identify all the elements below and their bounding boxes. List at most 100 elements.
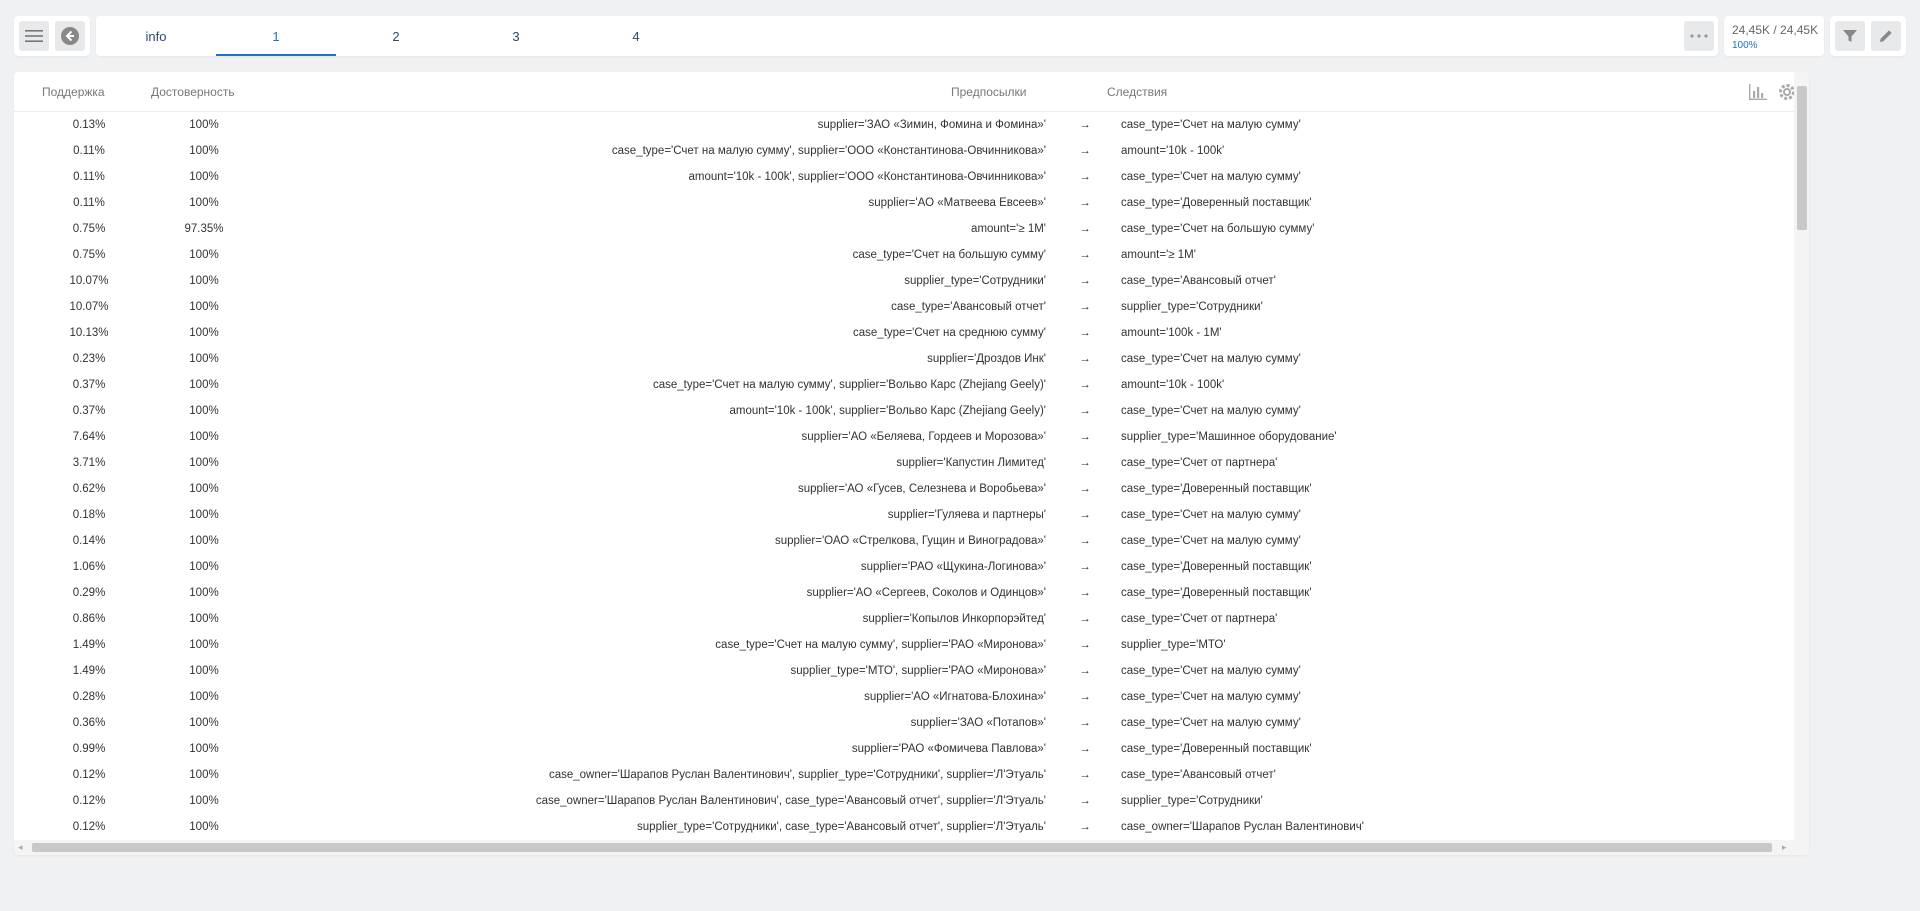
consequent-cell: case_type='Счет на малую сумму' <box>1121 717 1301 729</box>
table-row[interactable]: 0.99% 100% supplier='РАО «Фомичева Павлова… <box>14 736 1789 762</box>
tab-4[interactable]: 4 <box>576 16 696 56</box>
table-row[interactable]: 10.07% 100% supplier_type='Сотрудники' → cas… <box>14 268 1789 294</box>
row-count-percent: 100% <box>1732 40 1758 51</box>
consequent-cell: case_type='Счет на малую сумму' <box>1121 665 1301 677</box>
filter-icon[interactable] <box>1835 21 1865 51</box>
rules-table: Поддержка Достоверность Предпосылки След… <box>14 72 1809 855</box>
consequent-cell: amount='≥ 1M' <box>1121 249 1196 261</box>
consequent-cell: case_type='Счет на малую сумму' <box>1121 405 1301 417</box>
confidence-cell: 100% <box>189 587 219 599</box>
antecedent-cell: supplier='РАО «Фомичева Павлова»' <box>851 743 1046 755</box>
antecedent-cell: supplier='ОАО «Стрелкова, Гущин и Виногр… <box>774 535 1046 547</box>
consequent-cell: supplier_type='Сотрудники' <box>1121 795 1263 807</box>
confidence-cell: 100% <box>189 717 219 729</box>
column-header-consequent[interactable]: Следствия <box>1107 72 1167 112</box>
table-row[interactable]: 0.18% 100% supplier='Гуляева и партнеры' → c… <box>14 502 1789 528</box>
table-row[interactable]: 0.13% 100% supplier='ЗАО «Зимин, Фомина и … <box>14 112 1789 138</box>
table-row[interactable]: 0.12% 100% supplier_type='Сотрудники', cas… <box>14 814 1789 840</box>
table-row[interactable]: 0.11% 100% amount='10k - 100k', supplier='… <box>14 164 1789 190</box>
implies-arrow: → <box>1079 457 1091 469</box>
tab-3[interactable]: 3 <box>456 16 576 56</box>
confidence-cell: 100% <box>189 821 219 833</box>
row-counter: 24,45K / 24,45K 100% <box>1724 16 1824 56</box>
table-row[interactable]: 0.12% 100% case_owner='Шарапов Руслан Вале… <box>14 762 1789 788</box>
hamburger-menu-icon[interactable] <box>19 21 49 51</box>
implies-arrow: → <box>1079 405 1091 417</box>
column-header-confidence[interactable]: Достоверность <box>151 72 235 112</box>
table-row[interactable]: 0.23% 100% supplier='Дроздов Инк' → case_typ… <box>14 346 1789 372</box>
antecedent-cell: supplier='РАО «Щукина-Логинова»' <box>860 561 1046 573</box>
horizontal-scrollbar-thumb[interactable] <box>32 843 1772 852</box>
table-row[interactable]: 0.36% 100% supplier='ЗАО «Потапов»' → case_t… <box>14 710 1789 736</box>
implies-arrow: → <box>1079 119 1091 131</box>
implies-arrow: → <box>1079 535 1091 547</box>
table-row[interactable]: 3.71% 100% supplier='Капустин Лимитед' → cas… <box>14 450 1789 476</box>
tab-info[interactable]: info <box>96 16 216 56</box>
antecedent-cell: supplier='АО «Гусев, Селезнева и Воробье… <box>797 483 1046 495</box>
horizontal-scrollbar[interactable]: ◂ ▸ <box>14 840 1809 855</box>
implies-arrow: → <box>1079 691 1091 703</box>
confidence-cell: 97.35% <box>184 223 224 235</box>
confidence-cell: 100% <box>189 769 219 781</box>
vertical-scrollbar[interactable] <box>1794 72 1809 840</box>
table-row[interactable]: 0.86% 100% supplier='Копылов Инкорпорэйтед… <box>14 606 1789 632</box>
table-row[interactable]: 0.12% 100% case_owner='Шарапов Руслан Вале… <box>14 788 1789 814</box>
confidence-cell: 100% <box>189 327 219 339</box>
consequent-cell: supplier_type='Машинное оборудование' <box>1121 431 1337 443</box>
row-count: 24,45K / 24,45K <box>1732 23 1819 37</box>
scroll-right-arrow[interactable]: ▸ <box>1782 842 1787 853</box>
implies-arrow: → <box>1079 249 1091 261</box>
table-row[interactable]: 0.11% 100% supplier='АО «Матвеева Евсеев»'… <box>14 190 1789 216</box>
table-row[interactable]: 0.75% 100% case_type='Счет на большую сумм… <box>14 242 1789 268</box>
vertical-scrollbar-thumb[interactable] <box>1797 86 1807 230</box>
table-row[interactable]: 0.29% 100% supplier='АО «Сергеев, Соколов … <box>14 580 1789 606</box>
table-row[interactable]: 0.14% 100% supplier='ОАО «Стрелкова, Гущин… <box>14 528 1789 554</box>
table-row[interactable]: 0.28% 100% supplier='АО «Игнатова-Блохина»… <box>14 684 1789 710</box>
column-header-antecedent[interactable]: Предпосылки <box>951 72 1026 112</box>
column-header-support[interactable]: Поддержка <box>42 72 105 112</box>
confidence-cell: 100% <box>189 171 219 183</box>
implies-arrow: → <box>1079 301 1091 313</box>
table-row[interactable]: 0.11% 100% case_type='Счет на малую сумму'… <box>14 138 1789 164</box>
table-row[interactable]: 10.13% 100% case_type='Счет на среднюю сум… <box>14 320 1789 346</box>
more-dots-icon[interactable] <box>1684 21 1714 51</box>
confidence-cell: 100% <box>189 535 219 547</box>
antecedent-cell: supplier='АО «Сергеев, Соколов и Одинцов… <box>806 587 1046 599</box>
antecedent-cell: case_type='Авансовый отчет' <box>891 301 1046 313</box>
consequent-cell: amount='10k - 100k' <box>1121 379 1225 391</box>
consequent-cell: case_type='Доверенный поставщик' <box>1121 197 1312 209</box>
confidence-cell: 100% <box>189 405 219 417</box>
table-row[interactable]: 0.37% 100% case_type='Счет на малую сумму'… <box>14 372 1789 398</box>
back-arrow-icon[interactable] <box>55 21 85 51</box>
scroll-left-arrow[interactable]: ◂ <box>18 842 23 853</box>
implies-arrow: → <box>1079 613 1091 625</box>
confidence-cell: 100% <box>189 743 219 755</box>
implies-arrow: → <box>1079 717 1091 729</box>
table-row[interactable]: 1.49% 100% supplier_type='МТО', supplier='… <box>14 658 1789 684</box>
table-row[interactable]: 7.64% 100% supplier='АО «Беляева, Гордеев … <box>14 424 1789 450</box>
confidence-cell: 100% <box>189 379 219 391</box>
consequent-cell: case_type='Доверенный поставщик' <box>1121 561 1312 573</box>
confidence-cell: 100% <box>189 613 219 625</box>
confidence-cell: 100% <box>189 145 219 157</box>
pencil-icon[interactable] <box>1871 21 1901 51</box>
consequent-cell: case_type='Счет на малую сумму' <box>1121 171 1301 183</box>
table-row[interactable]: 0.62% 100% supplier='АО «Гусев, Селезнева … <box>14 476 1789 502</box>
left-toolbar <box>14 16 90 56</box>
antecedent-cell: amount='10k - 100k', supplier='ООО «Конс… <box>688 171 1047 183</box>
confidence-cell: 100% <box>189 639 219 651</box>
table-row[interactable]: 1.49% 100% case_type='Счет на малую сумму'… <box>14 632 1789 658</box>
tab-1[interactable]: 1 <box>216 16 336 56</box>
tab-2[interactable]: 2 <box>336 16 456 56</box>
consequent-cell: case_type='Счет на малую сумму' <box>1121 509 1301 521</box>
confidence-cell: 100% <box>189 197 219 209</box>
table-row[interactable]: 10.07% 100% case_type='Авансовый отчет' → su… <box>14 294 1789 320</box>
tabs-bar: info 1 2 3 4 <box>96 16 1718 56</box>
table-row[interactable]: 0.75% 97.35% amount='≥ 1M' → case_type='Счет… <box>14 216 1789 242</box>
antecedent-cell: case_owner='Шарапов Руслан Валентинович'… <box>535 795 1046 807</box>
implies-arrow: → <box>1079 665 1091 677</box>
bar-chart-icon[interactable] <box>1748 82 1768 102</box>
table-row[interactable]: 1.06% 100% supplier='РАО «Щукина-Логинова»… <box>14 554 1789 580</box>
table-row[interactable]: 0.37% 100% amount='10k - 100k', supplier='… <box>14 398 1789 424</box>
antecedent-cell: case_type='Счет на малую сумму', supplie… <box>652 379 1046 391</box>
